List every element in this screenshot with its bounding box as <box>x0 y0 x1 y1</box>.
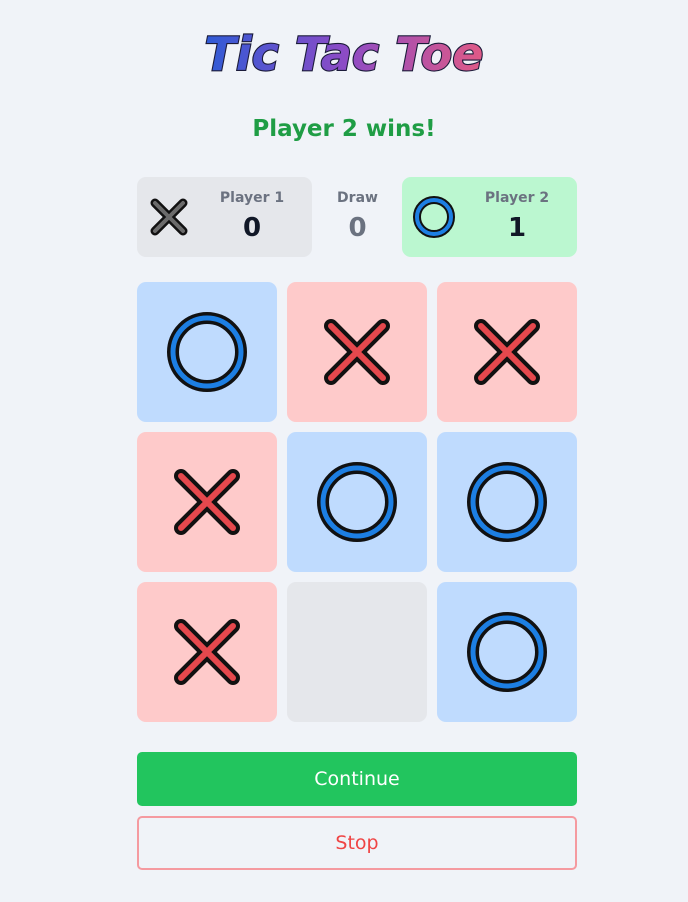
game-board <box>137 282 577 722</box>
draw-score-card: Draw 0 <box>320 177 395 257</box>
player1-score-card: Player 1 0 <box>137 177 312 257</box>
board-cell[interactable] <box>437 282 577 422</box>
board-cell[interactable] <box>137 582 277 722</box>
game-title: Tic Tac Toe <box>205 27 484 81</box>
player1-score: 0 <box>242 213 262 243</box>
o-mark-icon <box>167 312 247 392</box>
board-cell[interactable] <box>437 432 577 572</box>
o-icon <box>413 196 455 238</box>
player1-label: Player 1 <box>219 190 285 206</box>
board-cell[interactable] <box>287 282 427 422</box>
board-cell[interactable] <box>287 582 427 722</box>
draw-label: Draw <box>337 190 378 206</box>
game-status: Player 2 wins! <box>252 116 436 142</box>
board-cell[interactable] <box>437 582 577 722</box>
draw-score: 0 <box>348 213 367 243</box>
x-mark-icon <box>174 469 240 535</box>
player2-label: Player 2 <box>484 190 550 206</box>
x-icon <box>150 198 188 236</box>
o-mark-icon <box>467 612 547 692</box>
board-cell[interactable] <box>137 282 277 422</box>
x-mark-icon <box>324 319 390 385</box>
board-cell[interactable] <box>287 432 427 572</box>
x-mark-icon <box>474 319 540 385</box>
player2-score-card: Player 2 1 <box>402 177 577 257</box>
o-mark-icon <box>467 462 547 542</box>
continue-button[interactable]: Continue <box>137 752 577 806</box>
x-mark-icon <box>174 619 240 685</box>
game-logo: Tic Tac Toe <box>0 22 688 92</box>
o-mark-icon <box>317 462 397 542</box>
board-cell[interactable] <box>137 432 277 572</box>
player2-score: 1 <box>507 213 527 243</box>
stop-button[interactable]: Stop <box>137 816 577 870</box>
